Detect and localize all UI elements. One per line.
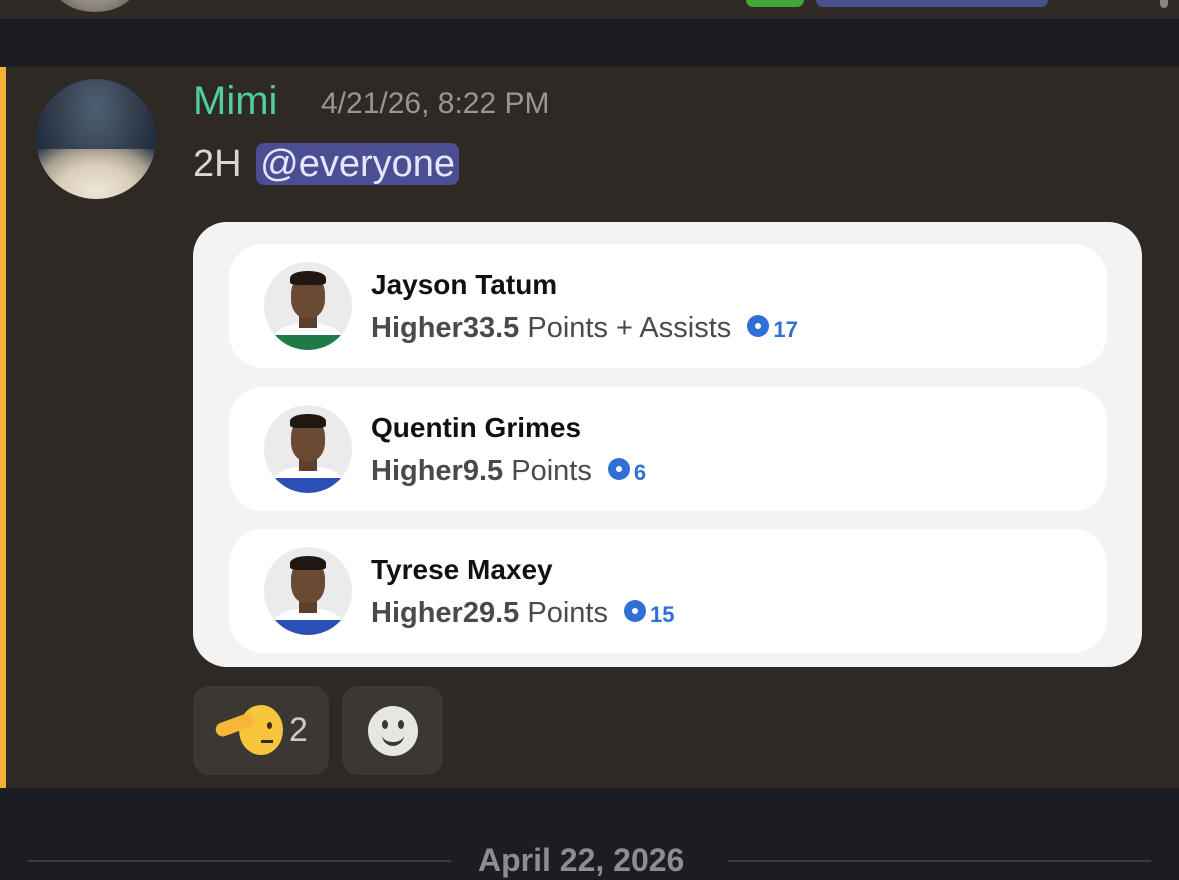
timestamp: 4/21/26, 8:22 PM (321, 87, 550, 120)
mention-highlight-bar (0, 67, 6, 788)
pick-stat: Points + Assists (527, 312, 732, 344)
reaction-salute[interactable]: 2 (193, 686, 329, 775)
divider-line (728, 860, 1151, 862)
reaction-count: 2 (289, 711, 308, 749)
everyone-mention[interactable]: @everyone (256, 143, 460, 185)
pick-count: 15 (650, 602, 675, 627)
player-photo (264, 262, 352, 350)
pick-direction: Higher (371, 312, 463, 344)
pick-row: Quentin Grimes Higher9.5 Points 6 (229, 387, 1107, 511)
player-name: Jayson Tatum (371, 269, 558, 300)
pick-line: Higher9.5 Points 6 (371, 453, 646, 491)
avatar-image (36, 149, 156, 199)
smiley-icon (368, 706, 418, 756)
pick-direction: Higher (371, 597, 463, 629)
count-dot-icon (624, 600, 647, 623)
pick-line: Higher29.5 Points 15 (371, 595, 675, 633)
pick-value: 9.5 (462, 455, 504, 487)
player-name: Tyrese Maxey (371, 554, 553, 585)
previous-avatar[interactable] (52, 0, 138, 12)
date-divider: April 22, 2026 (478, 842, 685, 878)
divider-line (28, 860, 451, 862)
pick-stat: Points (511, 455, 592, 487)
pick-row: Tyrese Maxey Higher29.5 Points 15 (229, 529, 1107, 653)
pick-line: Higher33.5 Points + Assists 17 (371, 310, 798, 348)
add-reaction-button[interactable] (342, 686, 443, 775)
count-dot-icon (607, 458, 630, 481)
pick-count: 6 (633, 460, 647, 485)
username[interactable]: Mimi (193, 78, 277, 124)
message-content: 2H @everyone (193, 140, 460, 188)
avatar[interactable] (36, 79, 156, 199)
picks-card[interactable]: Jayson Tatum Higher33.5 Points + Assists… (193, 222, 1142, 667)
pick-count: 17 (773, 317, 798, 342)
player-photo (264, 547, 352, 635)
pick-value: 33.5 (462, 312, 520, 344)
previous-message (0, 0, 1179, 19)
pick-value: 29.5 (462, 597, 520, 629)
pick-row: Jayson Tatum Higher33.5 Points + Assists… (229, 244, 1107, 368)
previous-mention[interactable] (816, 0, 1048, 7)
pick-stat: Points (527, 597, 608, 629)
pick-direction: Higher (371, 455, 463, 487)
message-text: 2H (193, 143, 242, 185)
scrollbar[interactable] (1160, 0, 1168, 8)
previous-role-badge (746, 0, 804, 7)
player-name: Quentin Grimes (371, 412, 582, 443)
player-photo (264, 405, 352, 493)
count-dot-icon (747, 315, 770, 338)
